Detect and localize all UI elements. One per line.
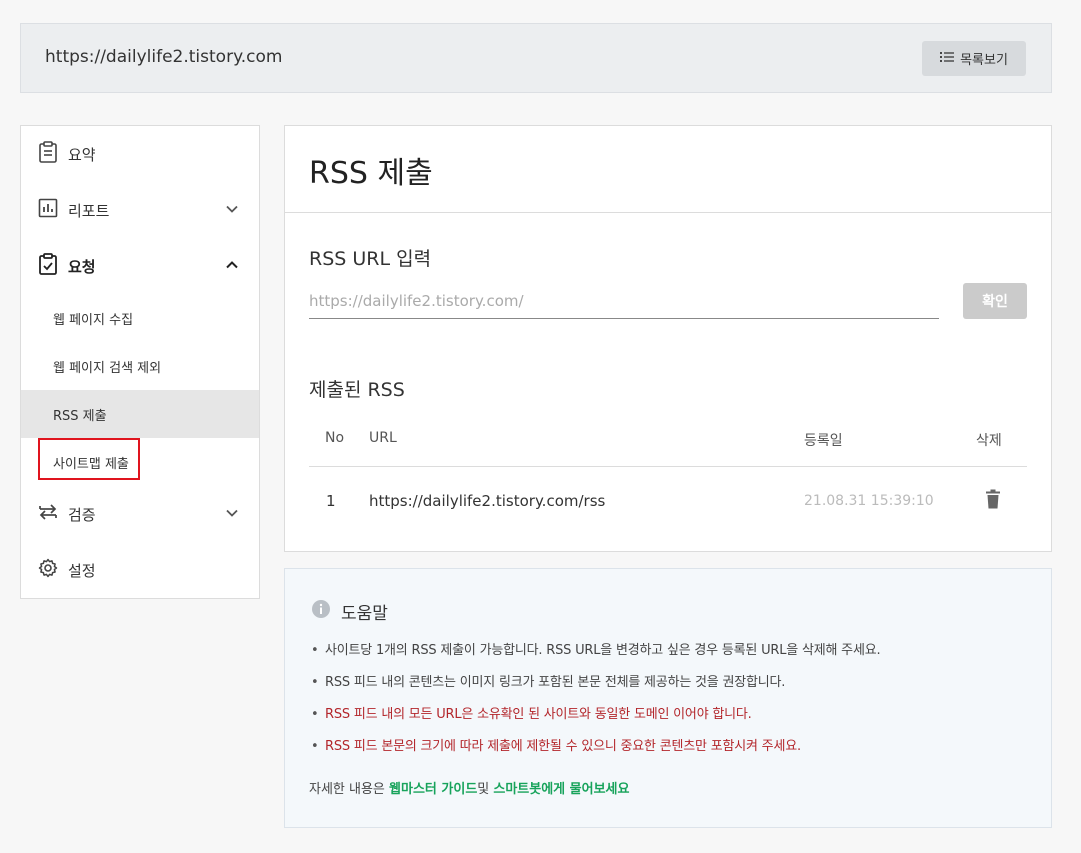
sidebar-subitem-rss-submit[interactable]: RSS 제출	[21, 390, 259, 438]
row-date: 21.08.31 15:39:10	[804, 493, 934, 509]
help-item: RSS 피드 내의 콘텐츠는 이미지 링크가 포함된 본문 전체를 제공하는 것…	[309, 673, 880, 705]
submitted-rss-label: 제출된 RSS	[309, 379, 405, 401]
sidebar-item-label: 요약	[68, 145, 96, 164]
help-footer-mid: 및	[477, 782, 494, 797]
help-item-warning: RSS 피드 내의 모든 URL은 소유확인 된 사이트와 동일한 도메인 이어…	[309, 705, 880, 737]
page-title: RSS 제출	[309, 156, 433, 191]
column-header-delete: 삭제	[976, 433, 1002, 449]
webmaster-guide-link[interactable]: 웹마스터 가이드	[389, 782, 477, 797]
list-view-button[interactable]: 목록보기	[922, 41, 1026, 76]
smartbot-link[interactable]: 스마트봇에게 물어보세요	[493, 782, 629, 797]
sidebar-item-summary[interactable]: 요약	[21, 126, 259, 182]
list-icon	[940, 51, 955, 67]
sidebar-subitem-label: 웹 페이지 수집	[53, 312, 134, 328]
help-footer: 자세한 내용은 웹마스터 가이드및 스마트봇에게 물어보세요	[309, 778, 629, 797]
help-footer-prefix: 자세한 내용은	[309, 782, 390, 797]
help-list: 사이트당 1개의 RSS 제출이 가능합니다. RSS URL을 변경하고 싶은…	[309, 641, 881, 769]
chevron-down-icon	[225, 506, 239, 524]
sidebar-item-request[interactable]: 요청	[21, 238, 259, 294]
chevron-up-icon	[225, 258, 239, 276]
row-url: https://dailylife2.tistory.com/rss	[369, 492, 606, 510]
rss-submit-card: RSS 제출 RSS URL 입력 확인 제출된 RSS No URL 등록일 …	[284, 125, 1052, 552]
rss-url-input[interactable]	[309, 283, 939, 319]
sidebar-subitem-web-crawl[interactable]: 웹 페이지 수집	[21, 294, 259, 342]
trash-icon[interactable]	[985, 489, 1001, 513]
swap-arrows-icon	[38, 502, 58, 526]
row-no: 1	[326, 492, 336, 510]
list-view-label: 목록보기	[960, 53, 1008, 68]
sidebar-item-label: 설정	[68, 561, 96, 580]
bar-chart-icon	[38, 198, 58, 222]
help-title: 도움말	[341, 604, 388, 624]
sidebar-item-verify[interactable]: 검증	[21, 486, 259, 542]
column-header-url: URL	[369, 430, 397, 446]
sidebar-item-report[interactable]: 리포트	[21, 182, 259, 238]
sidebar-subitem-sitemap-submit[interactable]: 사이트맵 제출	[21, 438, 259, 486]
site-url: https://dailylife2.tistory.com	[45, 47, 283, 67]
clipboard-check-icon	[38, 253, 58, 279]
help-item-warning: RSS 피드 본문의 크기에 따라 제출에 제한될 수 있으니 중요한 콘텐츠만…	[309, 737, 880, 769]
sidebar-item-label: 요청	[68, 257, 96, 276]
confirm-button[interactable]: 확인	[963, 283, 1027, 319]
column-header-date: 등록일	[804, 433, 843, 449]
sidebar: 요약 리포트 요청 웹 페이지 수집 웹 페이지 검색 제외 RSS 제출 사이…	[20, 125, 260, 599]
help-item: 사이트당 1개의 RSS 제출이 가능합니다. RSS URL을 변경하고 싶은…	[309, 641, 881, 673]
column-header-no: No	[325, 430, 345, 446]
sidebar-subitem-web-exclude[interactable]: 웹 페이지 검색 제외	[21, 342, 259, 390]
sidebar-item-label: 리포트	[68, 201, 110, 220]
help-heading: 도움말	[311, 599, 388, 624]
sidebar-item-label: 검증	[68, 505, 96, 524]
sidebar-item-settings[interactable]: 설정	[21, 542, 259, 598]
table-divider	[309, 466, 1027, 467]
help-panel: 도움말 사이트당 1개의 RSS 제출이 가능합니다. RSS URL을 변경하…	[284, 568, 1052, 828]
chevron-down-icon	[225, 202, 239, 220]
sidebar-subitem-label: RSS 제출	[53, 408, 107, 424]
rss-url-input-label: RSS URL 입력	[309, 248, 432, 270]
sidebar-subitem-label: 웹 페이지 검색 제외	[53, 360, 162, 376]
site-header: https://dailylife2.tistory.com 목록보기	[20, 23, 1052, 93]
clipboard-icon	[38, 141, 58, 167]
info-icon	[311, 599, 331, 624]
gear-icon	[38, 558, 58, 582]
divider	[285, 212, 1051, 213]
sidebar-subitem-label: 사이트맵 제출	[53, 456, 129, 472]
